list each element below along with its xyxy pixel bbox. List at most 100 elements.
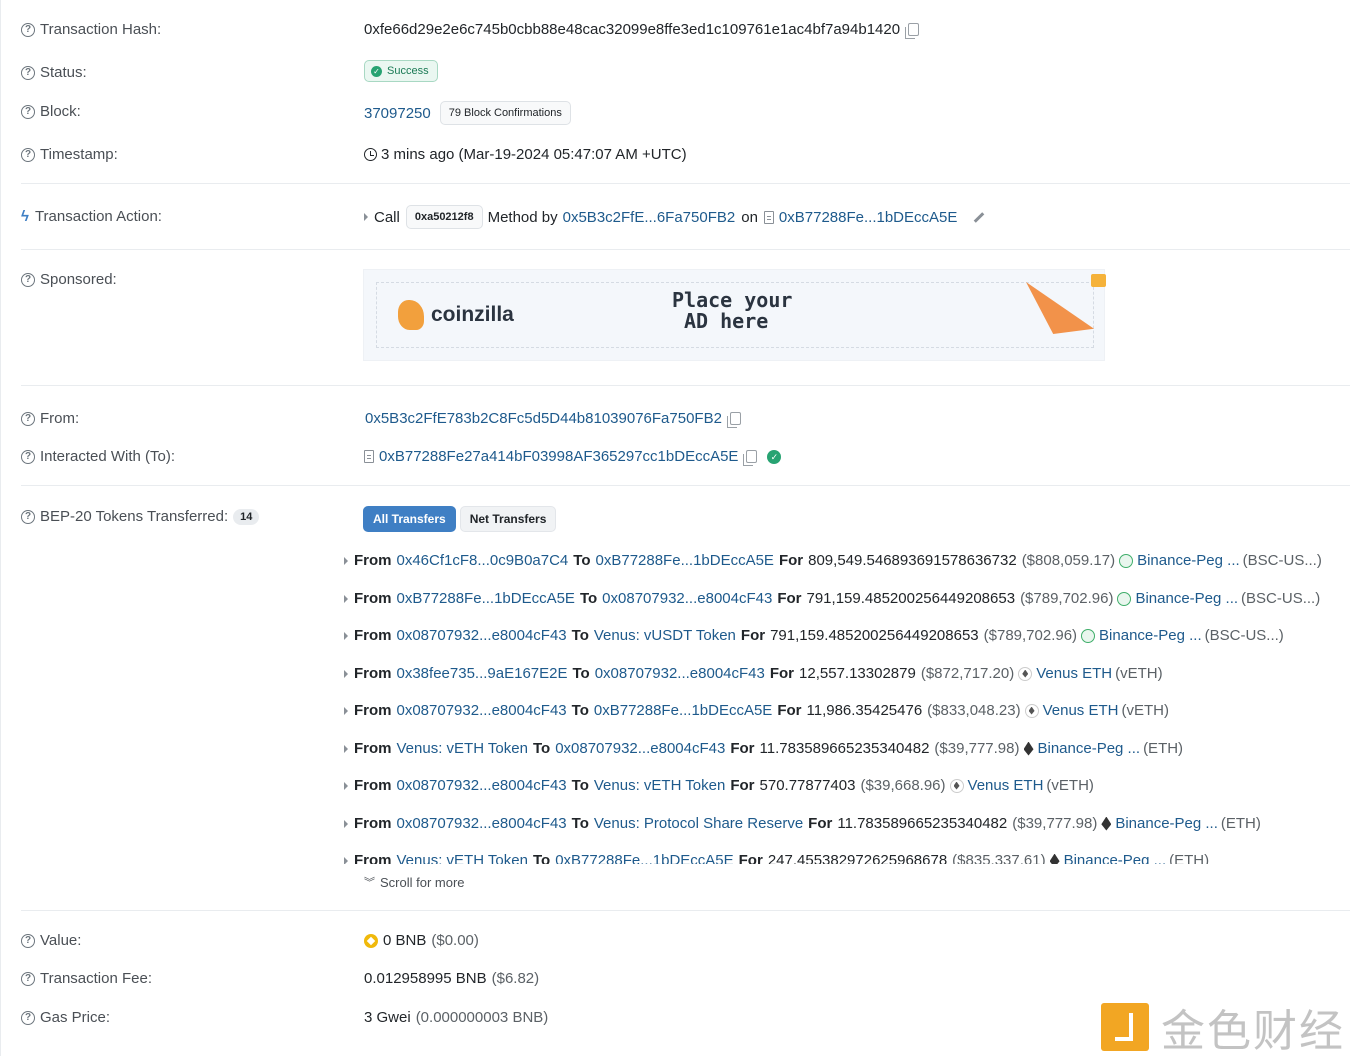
caret-right-icon[interactable] <box>344 744 348 753</box>
transfer-amount: 809,549.546893691578636732 <box>808 552 1017 569</box>
for-word: For <box>730 777 755 794</box>
to-word: To <box>579 590 598 607</box>
transfer-row: From 0x08707932...e8004cF43 To Venus: Proto… <box>344 815 1261 832</box>
to-word: To <box>571 777 589 794</box>
transfers-scroll-area[interactable]: From 0x46Cf1cF8...0c9B0a7C4 To 0xB77288Fe..… <box>1 0 1350 864</box>
transfer-usd: ($872,717.20) <box>920 665 1015 682</box>
from-word: From <box>354 702 392 719</box>
transfer-from-link[interactable]: Venus: vETH Token <box>397 740 528 757</box>
eth-token-icon <box>1023 741 1034 756</box>
watermark-icon <box>1101 1003 1149 1051</box>
transfer-row: From Venus: vETH Token To 0xB77288Fe...1bDE… <box>344 852 1209 864</box>
transfer-token-link[interactable]: Binance-Peg ... <box>1099 627 1202 644</box>
transfer-token-link[interactable]: Binance-Peg ... <box>1135 590 1238 607</box>
for-word: For <box>777 702 802 719</box>
transfer-token-link[interactable]: Binance-Peg ... <box>1038 740 1141 757</box>
value-value: 0 BNB ($0.00) <box>364 932 479 949</box>
transfer-token-symbol: (vETH) <box>1121 702 1169 719</box>
scroll-for-more[interactable]: ︾ Scroll for more <box>364 874 465 890</box>
transfer-to-link[interactable]: Venus: vETH Token <box>594 777 725 794</box>
usdt-token-icon <box>1119 553 1134 568</box>
transfer-from-link[interactable]: 0x08707932...e8004cF43 <box>397 702 567 719</box>
fee-usd-text: ($6.82) <box>491 970 540 987</box>
transfer-to-link[interactable]: 0x08707932...e8004cF43 <box>602 590 772 607</box>
transfer-token-link[interactable]: Venus ETH <box>1036 665 1112 682</box>
transfer-amount: 11,986.35425476 <box>806 702 923 719</box>
transfer-token-symbol: (BSC-US...) <box>1242 552 1322 569</box>
transfer-usd: ($39,668.96) <box>860 777 946 794</box>
caret-right-icon[interactable] <box>344 594 348 603</box>
eth-token-icon <box>1101 816 1112 831</box>
veth-token-icon <box>949 778 964 793</box>
value-bnb-text: 0 BNB <box>383 932 427 949</box>
fee-bnb-text: 0.012958995 BNB <box>364 970 487 987</box>
gas-gwei-text: 3 Gwei <box>364 1009 411 1026</box>
transfer-usd: ($808,059.17) <box>1021 552 1116 569</box>
transfer-from-link[interactable]: 0x08707932...e8004cF43 <box>397 777 567 794</box>
transfer-from-link[interactable]: 0x46Cf1cF8...0c9B0a7C4 <box>397 552 569 569</box>
to-word: To <box>573 552 591 569</box>
for-word: For <box>777 590 802 607</box>
transfer-token-link[interactable]: Binance-Peg ... <box>1137 552 1240 569</box>
caret-right-icon[interactable] <box>344 781 348 790</box>
help-icon[interactable]: ? <box>21 933 35 948</box>
divider <box>21 910 1350 911</box>
for-word: For <box>730 740 755 757</box>
transfer-to-link[interactable]: Venus: Protocol Share Reserve <box>594 815 803 832</box>
transfer-row: From 0x46Cf1cF8...0c9B0a7C4 To 0xB77288Fe..… <box>344 552 1322 569</box>
scroll-more-text: Scroll for more <box>380 874 465 890</box>
transfer-token-link[interactable]: Venus ETH <box>968 777 1044 794</box>
transfer-amount: 570.77877403 <box>759 777 856 794</box>
transfer-amount: 12,557.13302879 <box>799 665 916 682</box>
transfer-row: From 0x08707932...e8004cF43 To Venus: vUSDT… <box>344 627 1284 644</box>
transfer-from-link[interactable]: Venus: vETH Token <box>397 852 528 864</box>
eth-token-icon <box>1049 853 1060 864</box>
to-word: To <box>571 702 589 719</box>
transfer-from-link[interactable]: 0x08707932...e8004cF43 <box>397 815 567 832</box>
caret-right-icon[interactable] <box>344 706 348 715</box>
from-word: From <box>354 815 392 832</box>
from-word: From <box>354 777 392 794</box>
transfer-to-link[interactable]: 0xB77288Fe...1bDEccA5E <box>596 552 774 569</box>
to-word: To <box>532 852 551 864</box>
transfer-to-link[interactable]: 0x08707932...e8004cF43 <box>595 665 765 682</box>
from-word: From <box>354 852 392 864</box>
caret-right-icon[interactable] <box>344 669 348 678</box>
caret-right-icon[interactable] <box>344 856 348 864</box>
transfer-usd: ($789,702.96) <box>983 627 1078 644</box>
transfer-token-symbol: (ETH) <box>1169 852 1210 864</box>
help-icon[interactable]: ? <box>21 1010 35 1025</box>
transfer-token-link[interactable]: Binance-Peg ... <box>1115 815 1218 832</box>
caret-right-icon[interactable] <box>344 556 348 565</box>
gas-bnb-text: (0.000000003 BNB) <box>415 1009 549 1026</box>
transfer-token-symbol: (BSC-US...) <box>1204 627 1284 644</box>
veth-token-icon <box>1018 666 1033 681</box>
watermark-text: 金色财经 <box>1161 1006 1345 1056</box>
usdt-token-icon <box>1117 591 1132 606</box>
value-label-text: Value: <box>40 932 82 949</box>
watermark-logo: 金色财经 <box>1101 995 1345 1056</box>
gas-label-text: Gas Price: <box>40 1009 111 1026</box>
transfer-to-link[interactable]: 0xB77288Fe...1bDEccA5E <box>555 852 733 864</box>
transfer-amount: 11.783589665235340482 <box>837 815 1008 832</box>
transfer-row: From Venus: vETH Token To 0x08707932...e800… <box>344 740 1183 757</box>
to-word: To <box>571 627 589 644</box>
transfer-to-link[interactable]: 0xB77288Fe...1bDEccA5E <box>594 702 772 719</box>
help-icon[interactable]: ? <box>21 971 35 986</box>
transfer-from-link[interactable]: 0x08707932...e8004cF43 <box>397 627 567 644</box>
transfer-to-link[interactable]: Venus: vUSDT Token <box>594 627 736 644</box>
transfer-token-link[interactable]: Venus ETH <box>1043 702 1119 719</box>
transfer-usd: ($39,777.98) <box>1012 815 1098 832</box>
transfer-from-link[interactable]: 0xB77288Fe...1bDEccA5E <box>397 590 575 607</box>
transfer-to-link[interactable]: 0x08707932...e8004cF43 <box>555 740 725 757</box>
transfer-token-symbol: (vETH) <box>1115 665 1163 682</box>
transfer-from-link[interactable]: 0x38fee735...9aE167E2E <box>397 665 568 682</box>
caret-right-icon[interactable] <box>344 631 348 640</box>
caret-right-icon[interactable] <box>344 819 348 828</box>
transfer-token-symbol: (BSC-US...) <box>1241 590 1321 607</box>
for-word: For <box>769 665 795 682</box>
gas-value: 3 Gwei (0.000000003 BNB) <box>364 1009 548 1026</box>
from-word: From <box>354 740 392 757</box>
transfer-token-link[interactable]: Binance-Peg ... <box>1064 852 1167 864</box>
gas-label: ? Gas Price: <box>21 1009 110 1026</box>
